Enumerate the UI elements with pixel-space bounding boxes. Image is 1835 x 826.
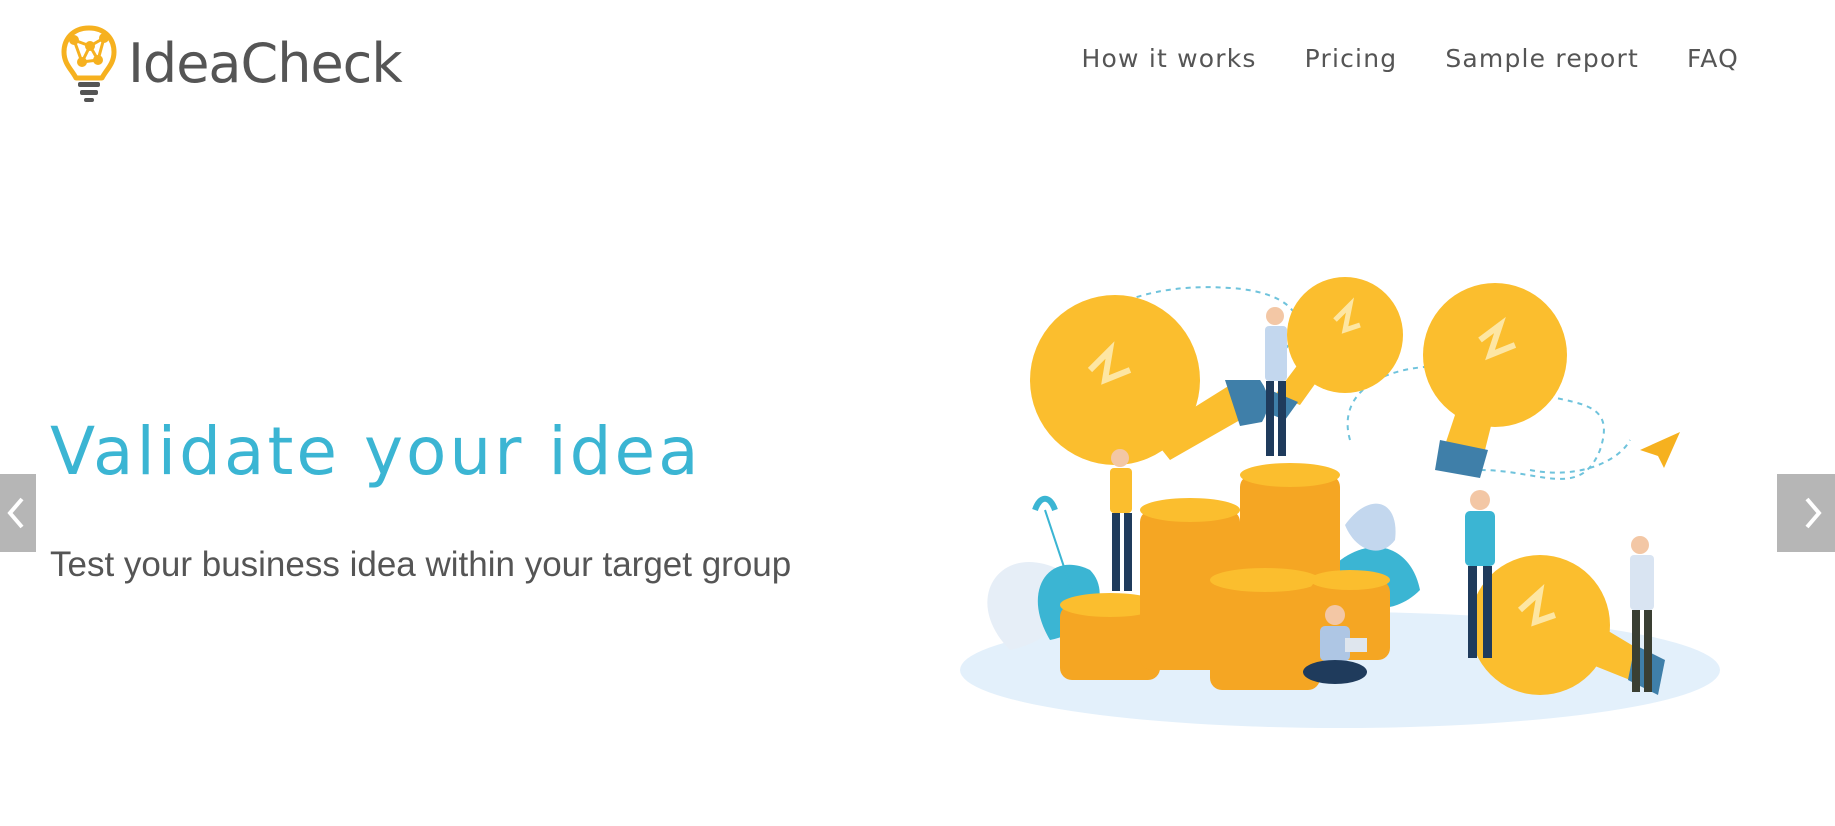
lightbulb-icon [1030, 295, 1269, 465]
paper-plane-icon [1640, 432, 1680, 468]
nav-sample-report[interactable]: Sample report [1445, 44, 1639, 73]
logo-text: IdeaCheck [128, 32, 403, 95]
chevron-right-icon [1805, 497, 1822, 529]
flower-icon [1032, 495, 1058, 512]
carousel-prev-button[interactable] [0, 474, 36, 552]
leaf-icon [1345, 503, 1396, 551]
site-header: IdeaCheck How it works Pricing Sample re… [0, 0, 1835, 130]
nav-pricing[interactable]: Pricing [1305, 44, 1398, 73]
chevron-left-icon [7, 497, 24, 529]
logo-link[interactable]: IdeaCheck [60, 24, 403, 104]
nav-how-it-works[interactable]: How it works [1082, 44, 1257, 73]
main-nav: How it works Pricing Sample report FAQ [1082, 44, 1739, 73]
person-figure [1265, 307, 1287, 456]
nav-faq[interactable]: FAQ [1687, 44, 1739, 73]
hero-title: Validate your idea [50, 413, 702, 490]
dashed-path [1529, 439, 1631, 474]
hero-illustration [960, 277, 1720, 728]
hero-subtitle: Test your business idea within your targ… [50, 545, 792, 584]
lightbulb-icon [1423, 283, 1567, 478]
person-figure [1110, 449, 1132, 591]
lightbulb-network-icon [61, 25, 117, 102]
carousel-next-button[interactable] [1777, 474, 1835, 552]
